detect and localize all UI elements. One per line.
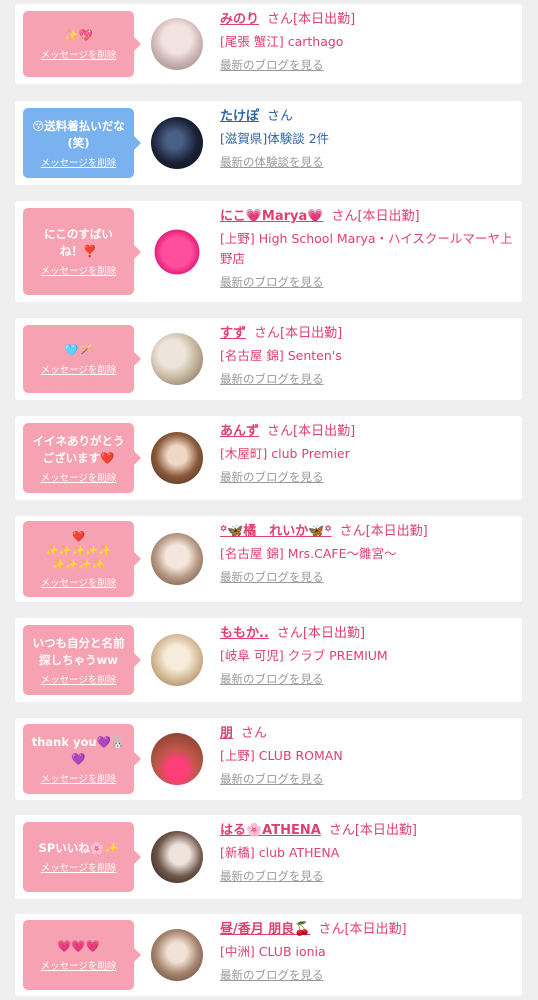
message-text: 😚送料着払いだな (笑): [32, 118, 125, 150]
user-name-link[interactable]: はる🌸ATHENA: [220, 823, 321, 838]
list-item: ✨💖 メッセージを削除 みのり さん[本日出勤] [尾張 蟹江] carthago…: [15, 4, 522, 84]
list-item: 💗💗💗 メッセージを削除 昼/香月 朋良🍒 さん[本日出勤] [中洲] CLUB …: [15, 914, 522, 996]
honorific-status: さん[本日出勤]: [267, 424, 356, 439]
message-text: イイネありがとう ございます❤️: [32, 433, 125, 465]
list-item: 😚送料着払いだな (笑) メッセージを削除 たけぽ さん [滋賀県]体験談 2件 …: [15, 101, 522, 185]
message-bubble: いつも自分と名前 探しちゃうww メッセージを削除: [23, 625, 141, 695]
delete-message-link[interactable]: メッセージを削除: [41, 860, 117, 874]
message-bubble: ✨💖 メッセージを削除: [23, 11, 141, 77]
delete-message-link[interactable]: メッセージを削除: [41, 263, 117, 277]
message-text: thank you💜🐰 💜: [31, 734, 126, 766]
user-name-link[interactable]: 朋: [220, 726, 233, 741]
delete-message-link[interactable]: メッセージを削除: [41, 470, 117, 484]
avatar[interactable]: [151, 333, 203, 385]
delete-message-link[interactable]: メッセージを削除: [41, 771, 117, 785]
message-text: ✨💖: [64, 28, 93, 42]
latest-blog-link[interactable]: 最新のブログを見る: [220, 967, 324, 983]
delete-message-link[interactable]: メッセージを削除: [41, 958, 117, 972]
latest-blog-link[interactable]: 最新のブログを見る: [220, 868, 324, 884]
message-bubble: ❤️ ✨✨✨✨✨ ✨✨✨✨ メッセージを削除: [23, 521, 141, 597]
user-name-link[interactable]: すず: [220, 326, 246, 341]
message-text: ❤️ ✨✨✨✨✨ ✨✨✨✨: [45, 530, 112, 571]
list-item: 🩵🪄 メッセージを削除 すず さん[本日出勤] [名古屋 錦] Senten's …: [15, 318, 522, 400]
honorific-status: さん[本日出勤]: [276, 626, 366, 641]
avatar[interactable]: [151, 733, 203, 785]
honorific-status: さん[本日出勤]: [331, 209, 420, 224]
honorific-status: さん[本日出勤]: [318, 922, 407, 937]
message-text: いつも自分と名前 探しちゃうww: [32, 635, 125, 667]
user-name-link[interactable]: ももか..: [220, 626, 269, 641]
honorific-status: さん: [241, 726, 268, 741]
list-item: thank you💜🐰 💜 メッセージを削除 朋さん [上野] CLUB ROM…: [15, 718, 522, 800]
message-text: にこのすばい ね！❣️: [44, 227, 113, 258]
delete-message-link[interactable]: メッセージを削除: [41, 672, 117, 686]
avatar[interactable]: [151, 117, 203, 169]
honorific-status: さん[本日出勤]: [267, 12, 356, 27]
user-name-link[interactable]: みのり: [220, 12, 259, 27]
message-bubble: 🩵🪄 メッセージを削除: [23, 325, 141, 393]
latest-blog-link[interactable]: 最新のブログを見る: [220, 771, 324, 787]
list-item: SPいいね🌸✨ メッセージを削除 はる🌸ATHENA さん[本日出勤] [新橋] …: [15, 815, 522, 899]
honorific-status: さん[本日出勤]: [339, 524, 428, 539]
delete-message-link[interactable]: メッセージを削除: [41, 155, 117, 169]
latest-blog-link[interactable]: 最新のブログを見る: [220, 371, 324, 387]
latest-review-link[interactable]: 最新の体験談を見る: [220, 154, 324, 170]
latest-blog-link[interactable]: 最新のブログを見る: [220, 569, 324, 585]
shop-info: [木屋町] club Premier: [220, 446, 350, 461]
list-item: イイネありがとう ございます❤️ メッセージを削除 あんず さん[本日出勤] [木…: [15, 416, 522, 500]
user-name-link[interactable]: にこ💗Marya💗: [220, 209, 323, 224]
list-item: ❤️ ✨✨✨✨✨ ✨✨✨✨ メッセージを削除 ꙳🦋橘 れいか🦋꙳ さん[本日出勤]…: [15, 516, 522, 602]
avatar[interactable]: [151, 226, 203, 278]
honorific-status: さん[本日出勤]: [254, 326, 343, 341]
honorific-status: さん: [267, 109, 294, 124]
user-name-link[interactable]: たけぽ: [220, 109, 259, 124]
user-name-link[interactable]: あんず: [220, 424, 259, 439]
delete-message-link[interactable]: メッセージを削除: [41, 575, 117, 589]
message-bubble: にこのすばい ね！❣️ メッセージを削除: [23, 208, 141, 295]
message-list: ✨💖 メッセージを削除 みのり さん[本日出勤] [尾張 蟹江] carthago…: [0, 0, 538, 1000]
delete-message-link[interactable]: メッセージを削除: [41, 362, 117, 376]
shop-info: [中洲] CLUB ionia: [220, 944, 326, 959]
user-name-link[interactable]: 昼/香月 朋良🍒: [220, 922, 310, 937]
message-text: 💗💗💗: [57, 939, 100, 953]
shop-info: [岐阜 可児] クラブ PREMIUM: [220, 648, 388, 663]
shop-info: [上野] CLUB ROMAN: [220, 748, 343, 763]
message-bubble: イイネありがとう ございます❤️ メッセージを削除: [23, 423, 141, 493]
message-bubble: thank you💜🐰 💜 メッセージを削除: [23, 724, 141, 794]
shop-info: [名古屋 錦] Mrs.CAFE〜雛宮〜: [220, 546, 397, 561]
avatar[interactable]: [151, 533, 203, 585]
message-text: 🩵🪄: [64, 343, 93, 357]
message-bubble: 💗💗💗 メッセージを削除: [23, 920, 141, 990]
list-item: にこのすばい ね！❣️ メッセージを削除 にこ💗Marya💗 さん[本日出勤] […: [15, 201, 522, 302]
message-bubble: SPいいね🌸✨ メッセージを削除: [23, 822, 141, 892]
latest-blog-link[interactable]: 最新のブログを見る: [220, 671, 324, 687]
shop-info: [名古屋 錦] Senten's: [220, 348, 342, 363]
latest-blog-link[interactable]: 最新のブログを見る: [220, 57, 324, 73]
latest-blog-link[interactable]: 最新のブログを見る: [220, 469, 324, 485]
shop-info: [滋賀県]体験談 2件: [220, 131, 330, 146]
avatar[interactable]: [151, 432, 203, 484]
user-name-link[interactable]: ꙳🦋橘 れいか🦋꙳: [220, 524, 332, 539]
list-item: いつも自分と名前 探しちゃうww メッセージを削除 ももか.. さん[本日出勤] …: [15, 618, 522, 702]
shop-info: [尾張 蟹江] carthago: [220, 34, 344, 49]
avatar[interactable]: [151, 634, 203, 686]
avatar[interactable]: [151, 831, 203, 883]
honorific-status: さん[本日出勤]: [328, 823, 417, 838]
delete-message-link[interactable]: メッセージを削除: [41, 47, 117, 61]
message-text: SPいいね🌸✨: [38, 841, 119, 855]
latest-blog-link[interactable]: 最新のブログを見る: [220, 274, 324, 290]
message-bubble: 😚送料着払いだな (笑) メッセージを削除: [23, 108, 141, 178]
avatar[interactable]: [151, 18, 203, 70]
avatar[interactable]: [151, 929, 203, 981]
shop-info: [上野] High School Marya・ハイスクールマーヤ上野店: [220, 231, 513, 266]
shop-info: [新橋] club ATHENA: [220, 845, 340, 860]
